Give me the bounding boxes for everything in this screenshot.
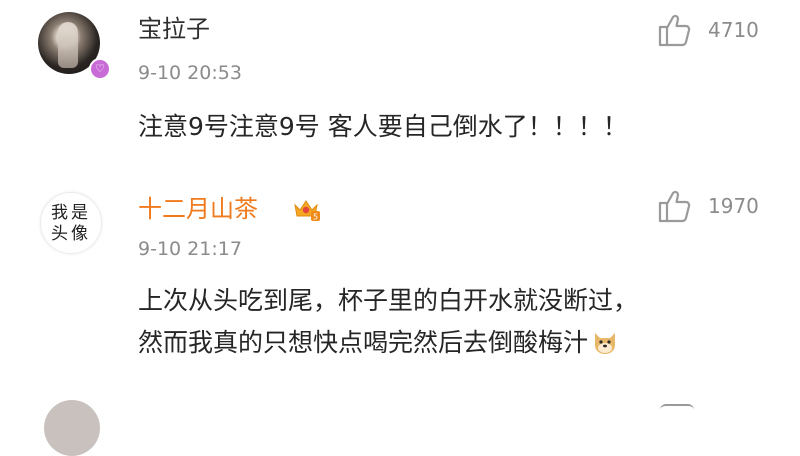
thumbs-up-icon [658,190,691,223]
like-count: 1970 [708,194,759,218]
comment-timestamp: 9-10 20:53 [138,62,242,84]
avatar-placeholder-text: 我是 头像 [51,203,91,244]
comment-text: 上次从头吃到尾，杯子里的白开水就没断过， 然而我真的只想快点喝完然后去倒酸梅汁 [138,280,778,364]
avatar[interactable]: 我是 头像 [40,192,102,254]
username[interactable]: 十二月山茶 [138,194,258,224]
comment-item: ♡ 宝拉子 9-10 20:53 注意9号注意9号 客人要自己倒水了！！！！ 4… [0,0,800,180]
avatar-photo-figure [58,22,78,68]
thumbs-up-icon [658,14,691,47]
comment-item: 我是 头像 十二月山茶 5 9-10 21:17 上次从头吃到尾，杯子里的白开水… [0,180,800,412]
comment-text: 注意9号注意9号 客人要自己倒水了！！！！ [138,106,778,148]
avatar[interactable] [44,400,100,456]
svg-text:5: 5 [313,213,318,222]
comment-timestamp: 9-10 21:17 [138,238,242,260]
crown-icon: 5 [294,200,320,222]
doge-emoji-icon [595,333,616,354]
thumbs-up-icon[interactable] [660,404,694,416]
like-count: 4710 [708,18,759,42]
comment-text-line: 注意9号注意9号 客人要自己倒水了！！！！ [138,112,628,141]
like-button[interactable] [654,186,694,226]
username[interactable]: 宝拉子 [138,14,210,44]
comment-text-line: 上次从头吃到尾，杯子里的白开水就没断过， [138,286,639,315]
like-button[interactable] [654,10,694,50]
comment-text-span: 然而我真的只想快点喝完然后去倒酸梅汁 [138,328,589,357]
comment-text-line: 然而我真的只想快点喝完然后去倒酸梅汁 [138,322,778,364]
verified-badge-icon: ♡ [89,58,111,80]
